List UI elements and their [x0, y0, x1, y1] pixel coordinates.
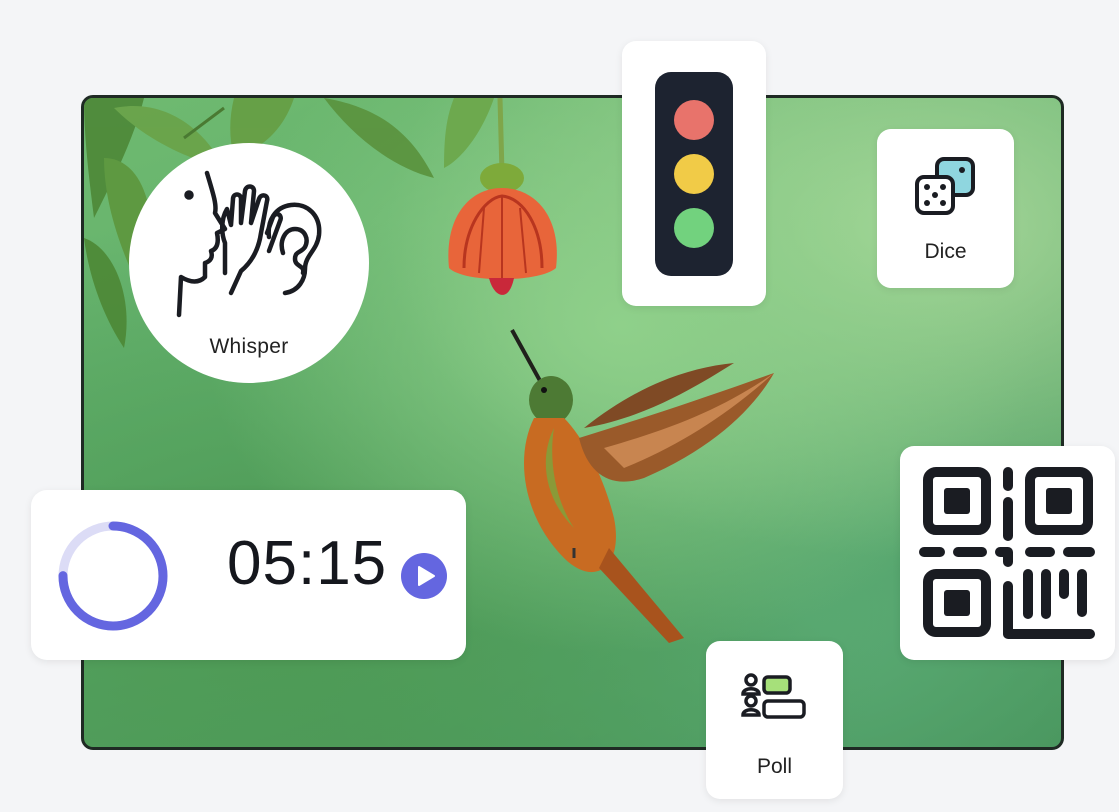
yellow-light	[674, 154, 714, 194]
green-light	[674, 208, 714, 248]
play-button[interactable]	[401, 553, 447, 599]
timer-progress-ring	[58, 521, 168, 631]
whisper-widget[interactable]: Whisper	[129, 143, 369, 383]
dice-label: Dice	[924, 240, 967, 263]
qr-code-widget[interactable]	[900, 446, 1115, 660]
whisper-label: Whisper	[209, 335, 289, 358]
timer-widget[interactable]: 05:15	[31, 490, 466, 660]
play-icon	[418, 566, 435, 586]
page: Whisper Dice 05:15 Poll	[0, 0, 1119, 812]
dice-widget[interactable]: Dice	[877, 129, 1014, 288]
poll-widget[interactable]: Poll	[706, 641, 843, 799]
traffic-light-widget[interactable]	[622, 41, 766, 306]
dice-icon	[915, 157, 975, 215]
red-light	[674, 100, 714, 140]
traffic-light-icon	[655, 72, 733, 276]
whisper-icon	[176, 170, 322, 318]
timer-display: 05:15	[227, 529, 388, 598]
qr-code-icon	[919, 467, 1095, 639]
poll-icon	[741, 673, 806, 719]
poll-label: Poll	[756, 755, 793, 778]
